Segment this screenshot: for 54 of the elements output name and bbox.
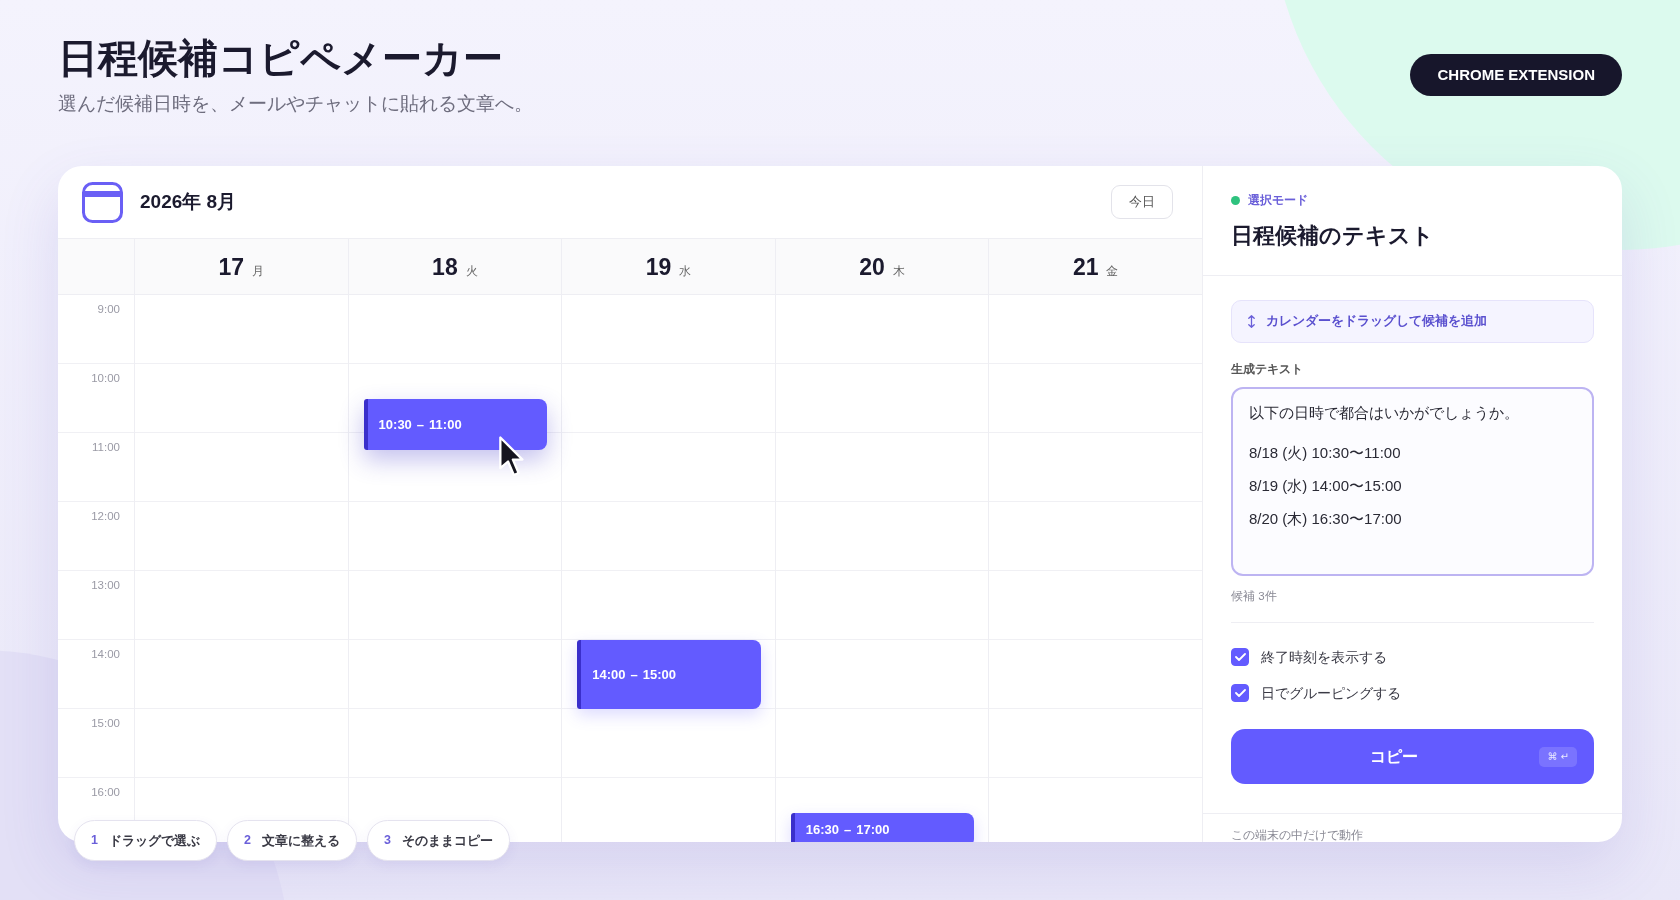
step-label: そのままコピー	[401, 831, 493, 850]
panel-title: 日程候補のテキスト	[1231, 222, 1435, 250]
vertical-arrows-icon	[1248, 315, 1255, 328]
checkmark-icon	[1234, 689, 1246, 697]
time-label: 14:00	[91, 647, 120, 661]
day-number: 18	[432, 253, 458, 281]
day-number: 21	[1072, 253, 1099, 281]
weekday-label: 火	[465, 263, 478, 280]
time-label: 16:00	[91, 785, 120, 799]
page-title: 日程候補コピペメーカー	[58, 35, 504, 82]
time-label: 12:00	[91, 509, 120, 523]
step-number: 2	[243, 832, 251, 850]
page-subtitle: 選んだ候補日時を、メールやチャットに貼れる文章へ。	[58, 92, 533, 116]
checkbox[interactable]	[1231, 648, 1249, 666]
checkmark-icon	[1234, 653, 1246, 661]
field-label: 生成テキスト	[1231, 361, 1304, 377]
time-label: 10:00	[91, 371, 120, 385]
generated-text-line: 8/20 (木) 16:30〜17:00	[1249, 509, 1403, 529]
month-title: 2026年 8月	[140, 189, 237, 214]
calendar-event[interactable]: 10:30 – 11:00	[363, 398, 548, 450]
mode-label: 選択モード	[1248, 192, 1308, 209]
calendar-event[interactable]: 16:30 – 17:00	[790, 812, 975, 842]
calendar-icon	[82, 181, 123, 223]
copy-button[interactable]: コピー ⌘ ↵	[1231, 729, 1594, 784]
weekday-label: 水	[679, 263, 692, 280]
day-number: 20	[859, 253, 885, 281]
generated-text-field[interactable]: 以下の日時で都合はいかがでしょうか。 8/18 (火) 10:30〜11:00 8/19 (水) 14:00〜15:00 8/20 (木) 16:30〜17:00	[1231, 387, 1594, 576]
footer-note: この端末の中だけで動作	[1231, 828, 1364, 842]
time-label: 15:00	[91, 716, 120, 730]
checkbox[interactable]	[1231, 684, 1249, 702]
day-number: 17	[218, 253, 245, 281]
hint-text: カレンダーをドラッグして候補を追加	[1266, 313, 1487, 331]
step-label: 文章に整える	[261, 831, 340, 850]
candidate-count: 候補 3件	[1231, 589, 1278, 604]
today-button[interactable]: 今日	[1111, 185, 1173, 219]
generated-text-line: 以下の日時で都合はいかがでしょうか。	[1249, 403, 1520, 423]
time-label: 11:00	[92, 440, 120, 454]
step-label: ドラッグで選ぶ	[108, 831, 200, 850]
weekday-label: 金	[1106, 263, 1119, 280]
weekday-label: 木	[892, 263, 905, 280]
time-label: 13:00	[91, 578, 120, 592]
day-number: 19	[645, 253, 672, 281]
option-label: 終了時刻を表示する	[1261, 647, 1387, 667]
weekday-label: 月	[252, 263, 265, 280]
generated-text-line: 8/19 (水) 14:00〜15:00	[1249, 476, 1403, 496]
status-dot-icon	[1231, 196, 1240, 205]
time-label: 9:00	[97, 302, 120, 316]
generated-text-line: 8/18 (火) 10:30〜11:00	[1249, 443, 1402, 463]
option-label: 日でグルーピングする	[1261, 683, 1401, 703]
calendar-event[interactable]: 14:00 – 15:00	[577, 640, 761, 709]
chrome-extension-tag: CHROME EXTENSION	[1410, 54, 1622, 96]
shortcut-hint: ⌘ ↵	[1539, 746, 1577, 767]
step-number: 3	[383, 832, 391, 850]
step-number: 1	[91, 832, 98, 850]
